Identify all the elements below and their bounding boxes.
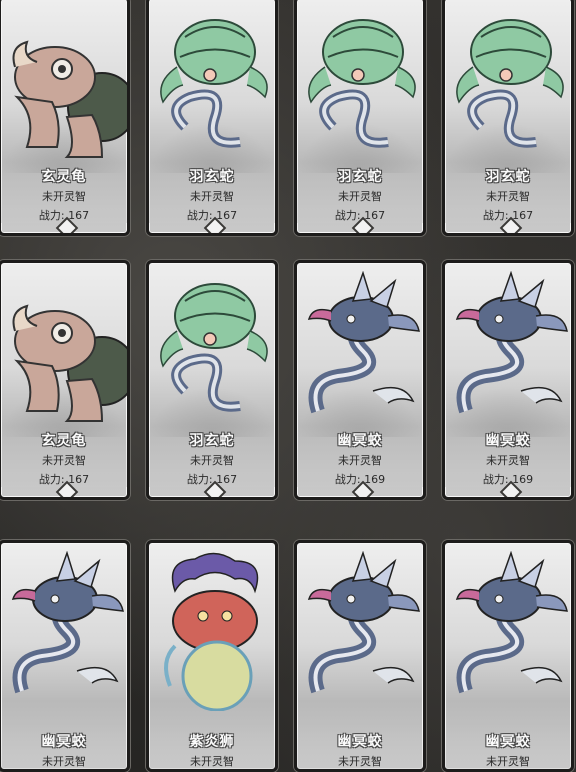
card-info: 羽玄蛇 未开灵智 战力: 167 [149, 160, 275, 223]
feathered-snake-illustration [155, 7, 269, 167]
card-info: 幽冥蛟 未开灵智 [1, 725, 127, 769]
card-info: 紫炎狮 未开灵智 [149, 725, 275, 769]
pet-status: 未开灵智 [190, 454, 234, 467]
pet-status: 未开灵智 [486, 454, 530, 467]
turtle-illustration [7, 7, 127, 167]
pet-status: 未开灵智 [190, 190, 234, 203]
feathered-snake-illustration [303, 7, 417, 167]
card-info: 幽冥蛟 未开灵智 [445, 725, 571, 769]
pet-name: 羽玄蛇 [337, 169, 383, 185]
card-info: 幽冥蛟 未开灵智 战力: 169 [297, 424, 423, 487]
pet-name: 羽玄蛇 [189, 169, 235, 185]
dragon-illustration [451, 551, 568, 711]
pet-status: 未开灵智 [338, 190, 382, 203]
pet-card[interactable]: 幽冥蛟 未开灵智 战力: 169 [294, 260, 426, 500]
pet-name: 紫炎狮 [189, 734, 235, 750]
dragon-illustration [451, 271, 568, 431]
pet-status: 未开灵智 [486, 755, 530, 768]
pet-status: 未开灵智 [42, 190, 86, 203]
pet-status: 未开灵智 [486, 190, 530, 203]
pet-card[interactable]: 幽冥蛟 未开灵智 战力: 169 [442, 260, 574, 500]
pet-name: 玄灵龟 [41, 433, 87, 449]
pet-card[interactable]: 羽玄蛇 未开灵智 战力: 167 [442, 0, 574, 236]
pet-card[interactable]: 玄灵龟 未开灵智 战力: 167 [0, 0, 130, 236]
pet-status: 未开灵智 [338, 755, 382, 768]
card-info: 羽玄蛇 未开灵智 战力: 167 [297, 160, 423, 223]
feathered-snake-illustration [451, 7, 565, 167]
pet-status: 未开灵智 [42, 454, 86, 467]
pet-card[interactable]: 幽冥蛟 未开灵智 [294, 540, 426, 772]
pet-name: 幽冥蛟 [337, 433, 383, 449]
card-info: 玄灵龟 未开灵智 战力: 167 [1, 424, 127, 487]
lion-illustration [155, 551, 269, 711]
dragon-illustration [303, 271, 420, 431]
pet-name: 幽冥蛟 [485, 734, 531, 750]
dragon-illustration [303, 551, 420, 711]
pet-name: 幽冥蛟 [41, 734, 87, 750]
pet-name: 羽玄蛇 [189, 433, 235, 449]
pet-status: 未开灵智 [338, 454, 382, 467]
pet-card[interactable]: 紫炎狮 未开灵智 [146, 540, 278, 772]
pet-name: 玄灵龟 [41, 169, 87, 185]
card-info: 玄灵龟 未开灵智 战力: 167 [1, 160, 127, 223]
turtle-illustration [7, 271, 127, 431]
pet-card[interactable]: 羽玄蛇 未开灵智 战力: 167 [294, 0, 426, 236]
dragon-illustration [7, 551, 124, 711]
pet-card[interactable]: 羽玄蛇 未开灵智 战力: 167 [146, 260, 278, 500]
card-info: 幽冥蛟 未开灵智 [297, 725, 423, 769]
feathered-snake-illustration [155, 271, 269, 431]
pet-card[interactable]: 玄灵龟 未开灵智 战力: 167 [0, 260, 130, 500]
pet-status: 未开灵智 [42, 755, 86, 768]
pet-name: 幽冥蛟 [337, 734, 383, 750]
pet-card[interactable]: 羽玄蛇 未开灵智 战力: 167 [146, 0, 278, 236]
pet-name: 羽玄蛇 [485, 169, 531, 185]
pet-name: 幽冥蛟 [485, 433, 531, 449]
card-info: 羽玄蛇 未开灵智 战力: 167 [149, 424, 275, 487]
pet-card[interactable]: 幽冥蛟 未开灵智 [0, 540, 130, 772]
card-info: 羽玄蛇 未开灵智 战力: 167 [445, 160, 571, 223]
pet-card-grid: 玄灵龟 未开灵智 战力: 167 羽玄蛇 未开灵智 战力: 167 羽玄蛇 未开… [0, 0, 576, 772]
card-info: 幽冥蛟 未开灵智 战力: 169 [445, 424, 571, 487]
pet-card[interactable]: 幽冥蛟 未开灵智 [442, 540, 574, 772]
pet-status: 未开灵智 [190, 755, 234, 768]
